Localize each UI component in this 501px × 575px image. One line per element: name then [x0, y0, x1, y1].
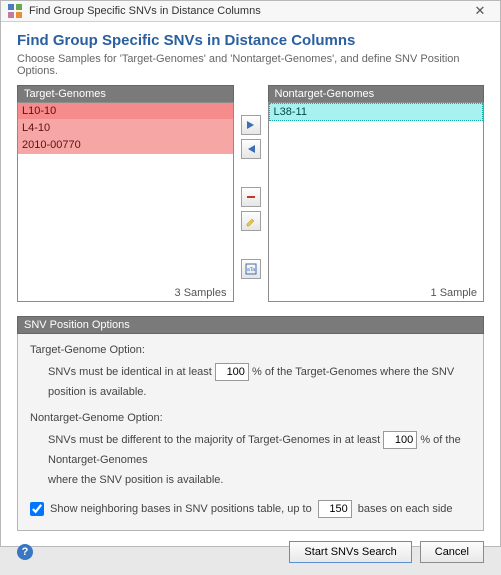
- options-title: SNV Position Options: [17, 316, 484, 334]
- remove-button[interactable]: [241, 187, 261, 207]
- target-panel-title: Target-Genomes: [17, 85, 234, 102]
- options-body: Target-Genome Option: SNVs must be ident…: [17, 334, 484, 531]
- start-search-button[interactable]: Start SNVs Search: [289, 541, 411, 563]
- nontarget-percent-input[interactable]: [383, 431, 417, 449]
- target-listbox[interactable]: L10-10 L4-10 2010-00770: [18, 103, 233, 301]
- neighbors-count-input[interactable]: [318, 500, 352, 518]
- target-list-body: L10-10 L4-10 2010-00770 3 Samples: [17, 102, 234, 302]
- move-right-button[interactable]: [241, 115, 261, 135]
- show-neighbors-pre: Show neighboring bases in SNV positions …: [50, 503, 312, 515]
- genome-panels: Target-Genomes L10-10 L4-10 2010-00770 3…: [1, 85, 500, 302]
- target-percent-input[interactable]: [215, 363, 249, 381]
- nontarget-listbox[interactable]: L38-11: [269, 103, 484, 301]
- nontarget-panel-title: Nontarget-Genomes: [268, 85, 485, 102]
- close-icon[interactable]: ✕: [466, 1, 494, 21]
- nontarget-option-label: Nontarget-Genome Option:: [30, 412, 471, 424]
- target-count: 3 Samples: [173, 287, 229, 299]
- titlebar: Find Group Specific SNVs in Distance Col…: [1, 1, 500, 22]
- header: Find Group Specific SNVs in Distance Col…: [1, 22, 500, 85]
- show-neighbors-post: bases on each side: [358, 503, 453, 515]
- nontarget-count: 1 Sample: [429, 287, 479, 299]
- highlight-button[interactable]: [241, 211, 261, 231]
- page-subtitle: Choose Samples for 'Target-Genomes' and …: [17, 53, 484, 77]
- move-left-button[interactable]: [241, 139, 261, 159]
- list-item[interactable]: L10-10: [18, 103, 233, 120]
- target-pre-text: SNVs must be identical in at least: [48, 366, 212, 378]
- nontarget-pre-text: SNVs must be different to the majority o…: [48, 434, 380, 446]
- svg-text:aTa: aTa: [247, 267, 255, 273]
- target-option-label: Target-Genome Option:: [30, 344, 471, 356]
- target-option-row: SNVs must be identical in at least % of …: [48, 362, 471, 402]
- list-item[interactable]: 2010-00770: [18, 137, 233, 154]
- nontarget-option-row: SNVs must be different to the majority o…: [48, 430, 471, 490]
- spacer: [241, 235, 261, 255]
- spacer: [241, 163, 261, 183]
- list-item[interactable]: L38-11: [269, 103, 484, 121]
- nontarget-list-body: L38-11 1 Sample: [268, 102, 485, 302]
- snv-position-options: SNV Position Options Target-Genome Optio…: [17, 316, 484, 531]
- app-icon: [7, 3, 23, 19]
- text-select-button[interactable]: aTa: [241, 259, 261, 279]
- footer: ? Start SNVs Search Cancel: [1, 531, 500, 575]
- show-neighbors-checkbox[interactable]: [30, 502, 44, 516]
- list-item[interactable]: L4-10: [18, 120, 233, 137]
- cancel-button[interactable]: Cancel: [420, 541, 484, 563]
- help-icon[interactable]: ?: [17, 544, 33, 560]
- page-title: Find Group Specific SNVs in Distance Col…: [17, 32, 484, 49]
- window-title: Find Group Specific SNVs in Distance Col…: [29, 5, 466, 17]
- transfer-toolbar: aTa: [240, 85, 262, 302]
- show-neighbors-row: Show neighboring bases in SNV positions …: [30, 500, 471, 518]
- nontarget-genomes-panel: Nontarget-Genomes L38-11 1 Sample: [268, 85, 485, 302]
- target-genomes-panel: Target-Genomes L10-10 L4-10 2010-00770 3…: [17, 85, 234, 302]
- nontarget-post-text: where the SNV position is available.: [48, 474, 223, 486]
- dialog-window: Find Group Specific SNVs in Distance Col…: [0, 0, 501, 547]
